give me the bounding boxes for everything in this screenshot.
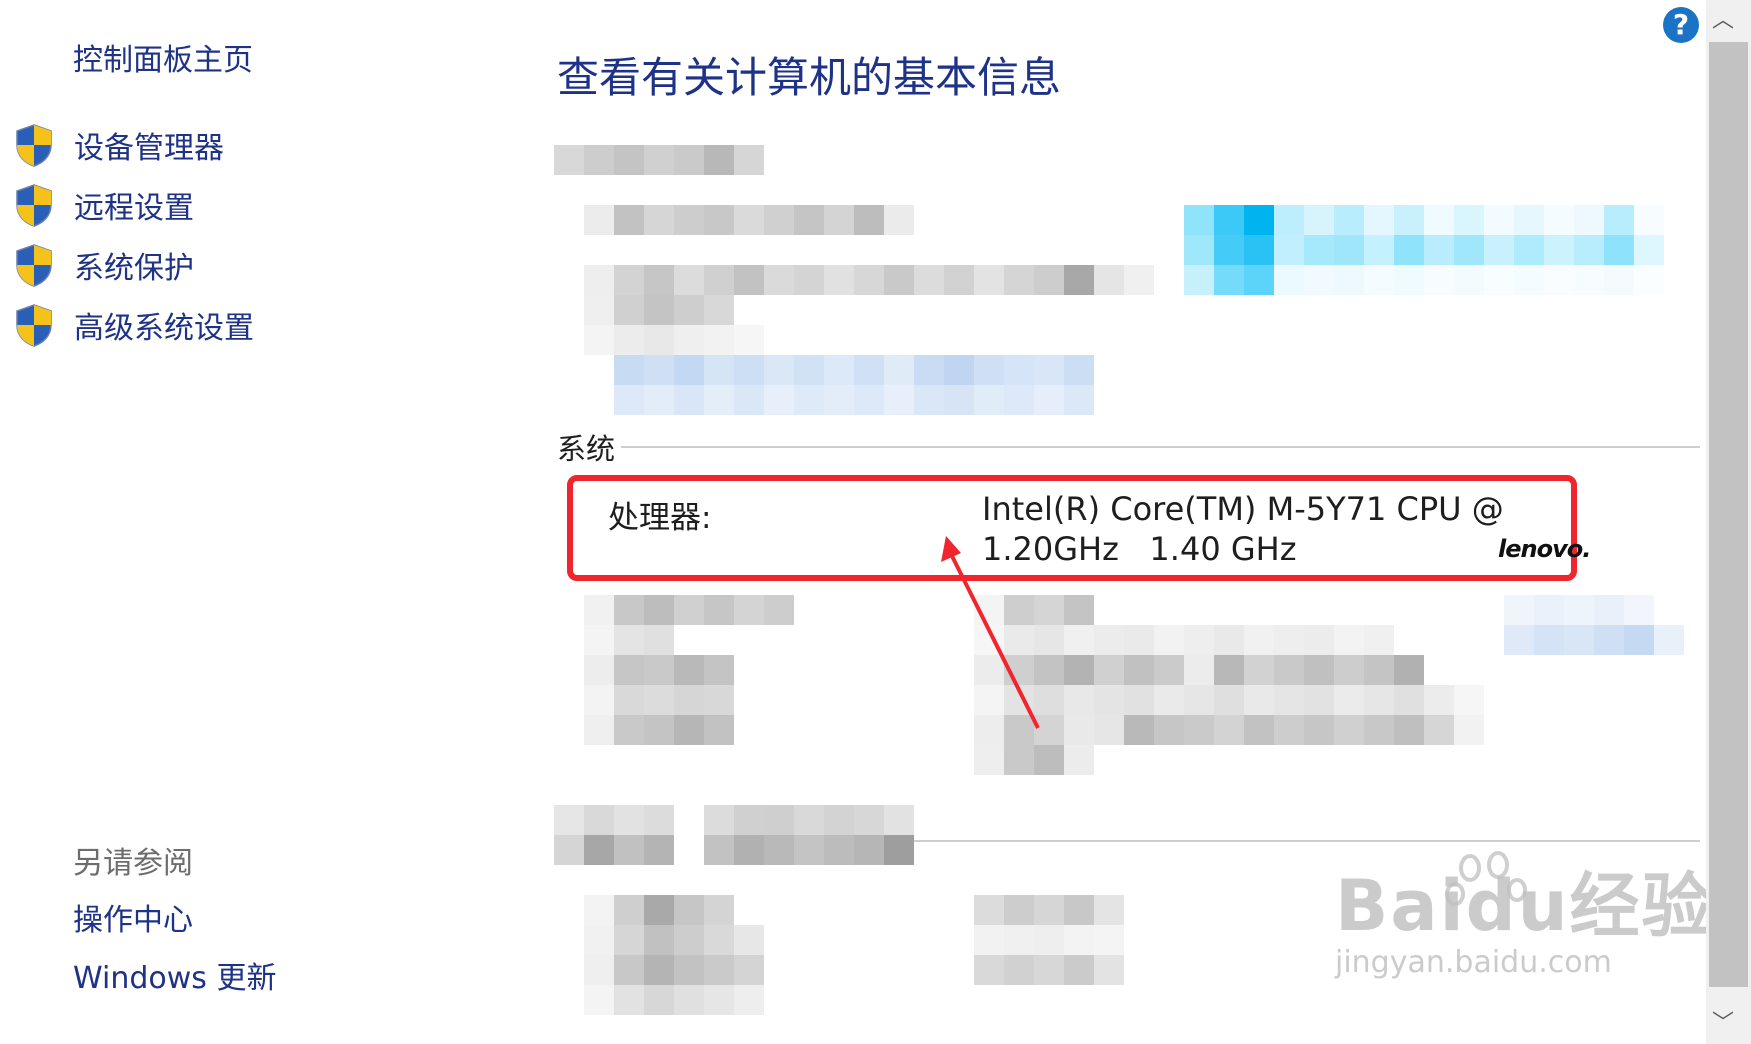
shield-icon	[16, 184, 52, 227]
scroll-down-icon[interactable]: ﹀	[1712, 1005, 1734, 1037]
left-nav: 控制面板主页 设备管理器 远程设置 系统保护 高级系统设置 另请参阅 操作中心 …	[0, 0, 520, 1044]
shield-icon	[16, 124, 52, 167]
baidu-watermark: Baidu经验 jingyan.baidu.com	[1335, 850, 1714, 980]
scrollbar-thumb[interactable]	[1709, 42, 1748, 987]
sidebar-item-advanced-settings[interactable]: 高级系统设置	[14, 300, 254, 350]
help-button[interactable]: ?	[1663, 7, 1699, 43]
shield-icon	[16, 304, 52, 347]
sidebar-item-system-protection[interactable]: 系统保护	[14, 240, 194, 290]
sidebar-item-label: 系统保护	[74, 251, 194, 286]
action-center-link[interactable]: 操作中心	[73, 895, 193, 939]
sidebar-item-remote-settings[interactable]: 远程设置	[14, 180, 194, 230]
sidebar-item-label: 高级系统设置	[74, 311, 254, 346]
sidebar-item-label: 远程设置	[74, 191, 194, 226]
scroll-up-icon[interactable]: ︿	[1712, 2, 1734, 34]
windows-update-link[interactable]: Windows 更新	[73, 953, 276, 997]
watermark-main: Baidu经验	[1335, 865, 1714, 947]
shield-icon	[16, 244, 52, 287]
see-also-heading: 另请参阅	[73, 846, 193, 881]
sidebar-item-label: 设备管理器	[74, 131, 224, 166]
control-panel-home-link[interactable]: 控制面板主页	[73, 35, 253, 79]
sidebar-item-device-manager[interactable]: 设备管理器	[14, 120, 224, 170]
